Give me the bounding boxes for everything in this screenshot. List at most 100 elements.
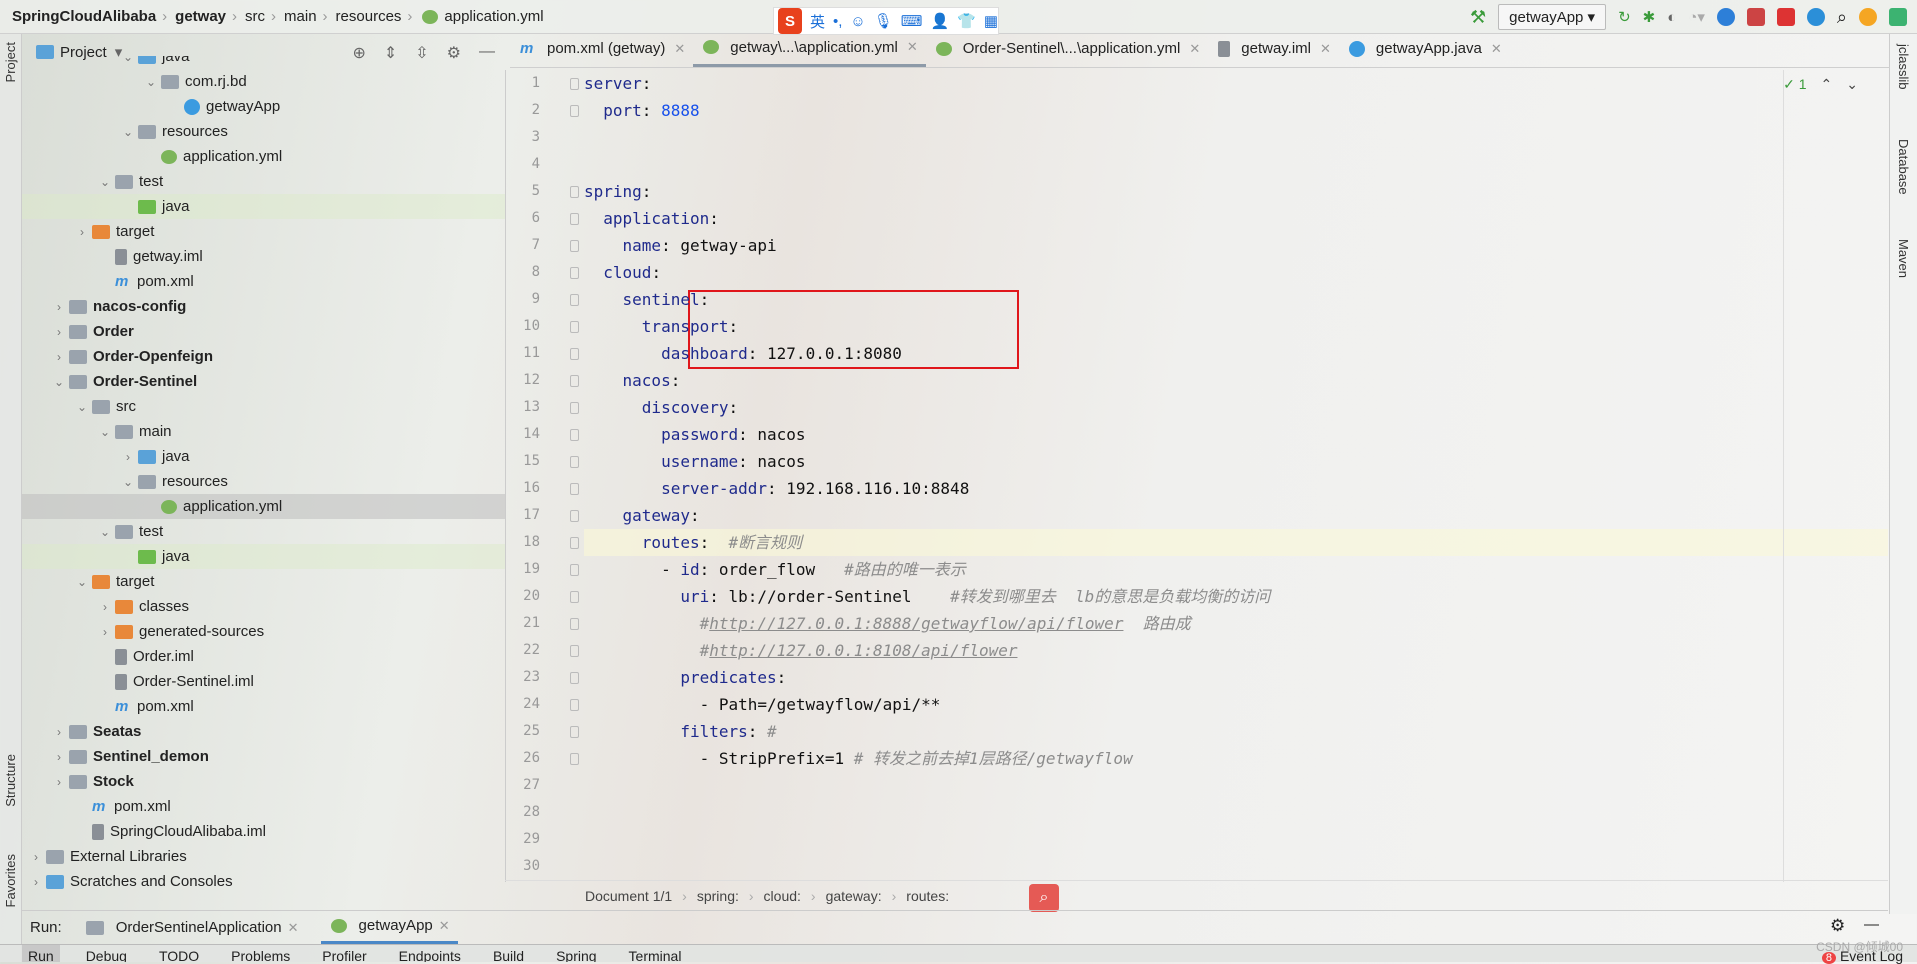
close-icon[interactable]: ✕ [674,41,685,57]
code-line[interactable]: server-addr: 192.168.116.10:8848 [584,475,1888,502]
chevron-down-icon[interactable]: ⌄ [1846,76,1858,93]
gear-icon[interactable]: ⚙ [1830,916,1845,936]
fold-marker-icon[interactable] [570,186,579,198]
chevron-right-icon[interactable]: › [97,600,113,614]
editor-tab[interactable]: getwayApp.java ✕ [1339,36,1510,67]
tool-window-problems[interactable]: Problems [225,945,296,962]
chevron-right-icon[interactable]: › [51,325,67,339]
tree-item[interactable]: › Seatas [22,719,505,744]
fold-marker-icon[interactable] [570,105,579,117]
hide-icon[interactable]: — [1864,916,1879,933]
chevron-right-icon[interactable]: › [51,750,67,764]
chevron-right-icon[interactable]: › [51,725,67,739]
tree-item[interactable]: ⌄ src [22,394,505,419]
stop-icon[interactable] [1776,8,1795,26]
tree-item[interactable]: SpringCloudAlibaba.iml [22,819,505,844]
editor-tab[interactable]: getway\...\application.yml ✕ [693,36,926,67]
tool-window-build[interactable]: Build [487,945,530,962]
breadcrumb-item[interactable]: application.yml [444,8,543,25]
search-icon[interactable]: ⌕ [1837,7,1847,28]
code-line[interactable] [584,151,1888,178]
code-line[interactable] [584,772,1888,799]
upgrade-icon[interactable] [1859,8,1877,26]
tree-item[interactable]: getway.iml [22,244,505,269]
structure-crumb[interactable]: Document 1/1 [585,888,672,904]
run-tab[interactable]: getwayApp ✕ [320,911,458,945]
fold-marker-icon[interactable] [570,591,579,603]
code-line[interactable] [584,799,1888,826]
code-editor[interactable]: 1 2 3 4 5 6 7 8 9 10 11 12 13 14 15 16 17 18 19 20 21 22 23 24 2… [505,70,1888,882]
tree-item[interactable]: ⌄ java [22,56,505,69]
tree-item[interactable]: › Stock [22,769,505,794]
tree-item[interactable]: › External Libraries [22,844,505,869]
favorites-tool-button[interactable]: Favorites [3,854,18,907]
editor-tab[interactable]: getway.iml ✕ [1208,36,1339,67]
tool-window-endpoints[interactable]: Endpoints [393,945,467,962]
tree-item[interactable]: › target [22,219,505,244]
fold-marker-icon[interactable] [570,672,579,684]
search-icon[interactable]: ⌕ [1029,884,1059,912]
chevron-right-icon[interactable]: › [28,850,44,864]
tree-item[interactable]: ⌄ test [22,169,505,194]
tree-item[interactable]: m pom.xml [22,694,505,719]
tool-window-run[interactable]: Run [22,945,60,962]
fold-marker-icon[interactable] [570,564,579,576]
breadcrumb-item[interactable]: getway [175,8,226,25]
chevron-right-icon[interactable]: › [51,350,67,364]
fold-marker-icon[interactable] [570,456,579,468]
fold-marker-icon[interactable] [570,753,579,765]
tree-item[interactable]: ⌄ main [22,419,505,444]
sogou-logo-icon[interactable]: S [778,8,802,34]
chevron-down-icon[interactable]: ⌄ [97,175,113,189]
tool-window-todo[interactable]: TODO [153,945,205,962]
code-line[interactable]: #http://127.0.0.1:8888/getwayflow/api/fl… [584,610,1888,637]
fold-marker-icon[interactable] [570,483,579,495]
fold-marker-icon[interactable] [570,321,579,333]
build-hammer-icon[interactable]: ⚒ [1470,7,1486,28]
tree-item[interactable]: › generated-sources [22,619,505,644]
tree-item[interactable]: getwayApp [22,94,505,119]
code-line[interactable]: gateway: [584,502,1888,529]
chevron-down-icon[interactable]: ⌄ [143,75,159,89]
chevron-down-icon[interactable]: ⌄ [120,56,136,64]
code-line[interactable]: server: [584,70,1888,97]
code-line[interactable]: uri: lb://order-Sentinel #转发到哪里去 lb的意思是负… [584,583,1888,610]
mic-icon[interactable]: 🎙 [874,12,893,30]
code-line[interactable]: - id: order_flow #路由的唯一表示 [584,556,1888,583]
tree-item[interactable]: › classes [22,594,505,619]
toolbox-icon[interactable] [1889,8,1907,26]
fold-marker-icon[interactable] [570,537,579,549]
code-line[interactable]: nacos: [584,367,1888,394]
tree-item[interactable]: ⌄ resources [22,469,505,494]
code-line[interactable]: password: nacos [584,421,1888,448]
breadcrumb-item[interactable]: SpringCloudAlibaba [12,8,156,25]
chevron-right-icon[interactable]: › [28,875,44,889]
fold-marker-icon[interactable] [570,240,579,252]
profile-icon[interactable]: ◔▾ [1688,8,1705,26]
chevron-down-icon[interactable]: ⌄ [51,375,67,389]
close-icon[interactable]: ✕ [439,918,450,934]
breadcrumb-item[interactable]: src [245,8,265,25]
jclasslib-tool-button[interactable]: jclasslib [1896,44,1911,90]
tree-item[interactable]: java [22,544,505,569]
structure-crumb[interactable]: spring: [697,888,739,904]
code-line[interactable] [584,826,1888,853]
tree-item[interactable]: ⌄ com.rj.bd [22,69,505,94]
plugin-icon[interactable] [1716,8,1735,26]
tree-item[interactable]: › nacos-config [22,294,505,319]
debug-icon[interactable]: ✱ [1643,8,1656,26]
editor-tab[interactable]: Order-Sentinel\...\application.yml ✕ [926,36,1209,67]
ime-punct[interactable]: •, [833,13,842,30]
code-line[interactable]: cloud: [584,259,1888,286]
code-line[interactable]: discovery: [584,394,1888,421]
tree-item[interactable]: ⌄ target [22,569,505,594]
chevron-right-icon[interactable]: › [51,300,67,314]
tree-item[interactable]: › java [22,444,505,469]
skin-icon[interactable]: 👕 [957,12,976,30]
structure-crumb[interactable]: gateway: [826,888,882,904]
tree-item[interactable]: ⌄ test [22,519,505,544]
editor-tab[interactable]: m pom.xml (getway) ✕ [510,36,693,67]
tree-item[interactable]: m pom.xml [22,794,505,819]
chevron-down-icon[interactable]: ⌄ [74,400,90,414]
breadcrumb-item[interactable]: resources [336,8,402,25]
